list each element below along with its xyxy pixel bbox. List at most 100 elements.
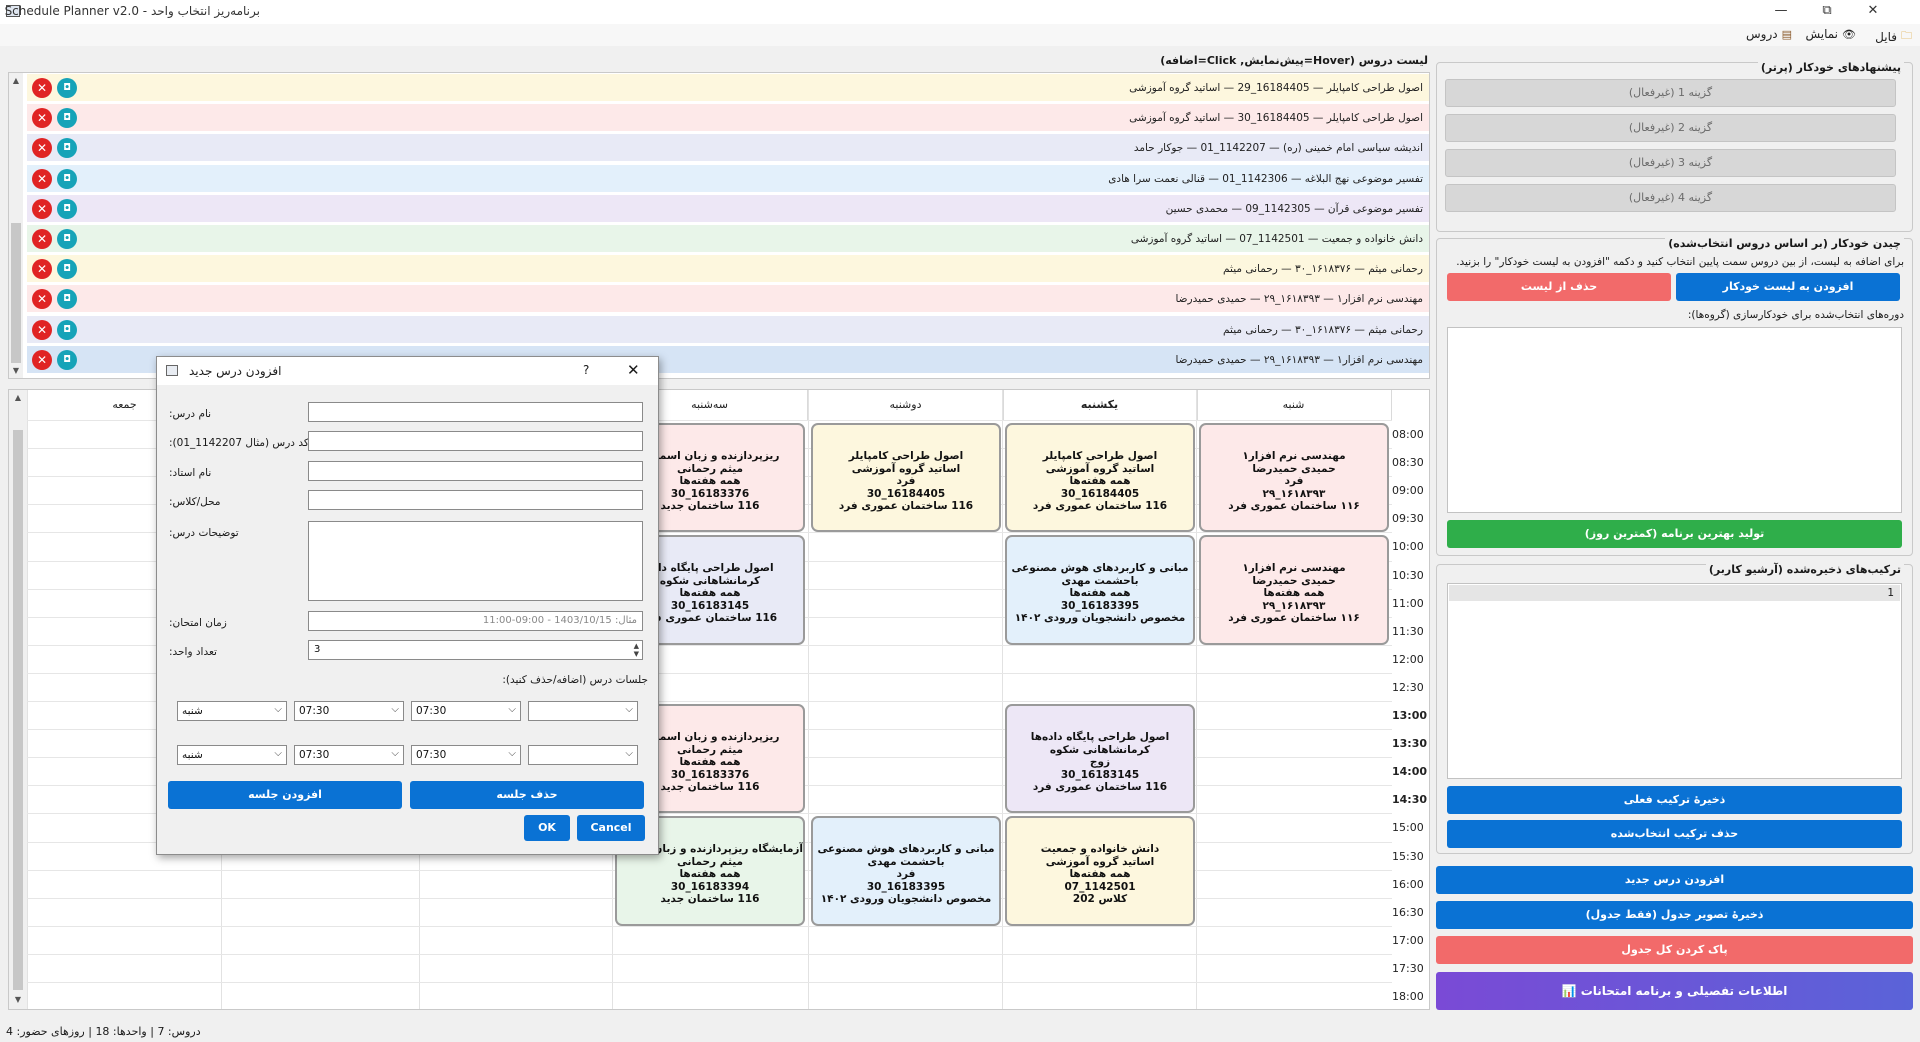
course-list-item[interactable]: ✕ ◘ تفسیر موضوعی قرآن — 1142305_09 — محمدی… [27,194,1429,223]
course-card-line: اصول طراحی پایگاه داده‌ها [1030,731,1170,743]
session-2-day-select[interactable]: شنبه ⌵ [177,745,287,765]
units-spinbox[interactable]: 3 ▲ ▼ [308,640,643,660]
menu-courses[interactable]: ▤ دروس [1746,27,1792,41]
course-list-item[interactable]: ✕ ◘ رحمانی میثم — ۱۶۱۸۳۷۶_۳۰ — رحمانی میثم [27,315,1429,344]
delete-course-icon[interactable]: ✕ [32,259,52,280]
course-info-icon[interactable]: ◘ [57,198,77,219]
course-card[interactable]: مهندسی نرم افزار۱ حمیدی حمیدرضا همه هفته‌ه… [1199,535,1389,645]
delete-course-icon[interactable]: ✕ [32,319,52,340]
course-list-item[interactable]: ✕ ◘ مهندسی نرم افزار۱ — ۱۶۱۸۳۹۳_۲۹ — حمیدی… [27,285,1429,314]
save-table-image-button[interactable]: ذخیرهٔ تصویر جدول (فقط جدول) [1436,901,1913,929]
course-list-item[interactable]: ✕ ◘ تفسیر موضوعی نهج البلاغه — 1142306_01 … [27,164,1429,193]
dialog-close-button[interactable]: ✕ [627,361,640,379]
course-list-item[interactable]: ✕ ◘ رحمانی میثم — ۱۶۱۸۳۷۶_۳۰ — رحمانی میثم [27,255,1429,284]
help-button[interactable]: ? [583,363,589,377]
course-info-icon[interactable]: ◘ [57,229,77,249]
delete-course-icon[interactable]: ✕ [32,78,52,98]
remove-session-button[interactable]: حذف جلسه [410,781,644,809]
schedule-scrollbar[interactable]: ▲ ▼ [9,390,27,1009]
time-label: 13:30 [1392,737,1428,751]
delete-course-icon[interactable]: ✕ [32,168,52,189]
time-label: 11:30 [1392,624,1424,638]
saved-list-item[interactable]: 1 [1449,585,1900,601]
course-info-icon[interactable]: ◘ [57,349,77,370]
saved-list[interactable]: 1 [1447,583,1902,779]
minimize-button[interactable]: — [1758,0,1804,24]
course-card[interactable]: مبانی و کاربردهای هوش مصنوعی باحشمت مهدی ف… [811,816,1001,926]
course-list-scrollbar[interactable]: ▲ ▼ [9,73,23,378]
course-code-input[interactable] [308,431,643,451]
close-button[interactable]: ✕ [1850,0,1896,24]
scroll-down-icon[interactable]: ▼ [11,994,25,1006]
delete-course-icon[interactable]: ✕ [32,198,52,219]
course-card[interactable]: مهندسی نرم افزار۱ حمیدی حمیدرضا فرد ۱۶۱۸۳۹۳… [1199,423,1389,533]
course-card-line: حمیدی حمیدرضا [1252,574,1336,587]
delete-course-icon[interactable]: ✕ [32,138,52,159]
delete-course-icon[interactable]: ✕ [32,108,52,129]
course-info-icon[interactable]: ◘ [57,78,77,98]
course-info-icon[interactable]: ◘ [57,289,77,310]
course-card[interactable]: اصول طراحی پایگاه داده‌ها کرمانشاهانی شکو… [1005,704,1195,814]
session-2-end-select[interactable]: 07:30 ⌵ [411,745,521,765]
add-new-course-button[interactable]: افزودن درس جدید [1436,866,1913,894]
save-combination-button[interactable]: ذخیرهٔ ترکیب فعلی [1447,786,1902,814]
scroll-up-icon[interactable]: ▲ [11,392,25,404]
course-list-item[interactable]: ✕ ◘ دانش خانواده و جمعیت — 1142501_07 — اس… [27,225,1429,253]
scroll-up-icon[interactable]: ▲ [9,75,23,87]
course-list-item[interactable]: ✕ ◘ اصول طراحی کامپایلر — 16184405_30 — اس… [27,104,1429,133]
delete-course-icon[interactable]: ✕ [32,349,52,370]
suggestion-2-button[interactable]: گزینه 2 (غیرفعال) [1445,114,1896,142]
teacher-name-input[interactable] [308,461,643,481]
time-label: 18:00 [1392,990,1424,1003]
course-card[interactable]: اصول طراحی کامپایلر اساتید گروه آموزشی فرد… [811,423,1001,533]
add-session-button[interactable]: افزودن جلسه [168,781,402,809]
delete-combination-button[interactable]: حذف ترکیب انتخاب‌شده [1447,820,1902,848]
course-card[interactable]: اصول طراحی کامپایلر اساتید گروه آموزشی همه… [1005,423,1195,533]
clear-table-button[interactable]: پاک کردن کل جدول [1436,936,1913,964]
location-input[interactable] [308,490,643,510]
course-info-icon[interactable]: ◘ [57,168,77,189]
chevron-down-icon: ⌵ [274,704,282,715]
course-info-icon[interactable]: ◘ [57,319,77,340]
menu-file[interactable]: 🗀 فایل [1875,27,1912,46]
exam-time-input[interactable]: مثال: 1403/10/15 - 09:00-11:00 [308,611,643,631]
session-1-week-select[interactable]: ⌵ [528,701,638,721]
session-1-start-select[interactable]: 07:30 ⌵ [294,701,404,721]
add-to-auto-list-button[interactable]: افزودن به لیست خودکار [1676,273,1900,301]
course-info-icon[interactable]: ◘ [57,138,77,159]
units-label: تعداد واحد: [169,646,217,658]
delete-course-icon[interactable]: ✕ [32,289,52,310]
description-textarea[interactable] [308,521,643,601]
course-list-item[interactable]: ✕ ◘ اندیشه سیاسی امام خمینی (ره) — 1142207… [27,134,1429,163]
session-1-end-select[interactable]: 07:30 ⌵ [411,701,521,721]
generate-best-schedule-button[interactable]: تولید بهترین برنامه (کمترین روز) [1447,520,1902,548]
course-card[interactable]: مبانی و کاربردهای هوش مصنوعی باحشمت مهدی ه… [1005,535,1195,645]
suggestion-1-button[interactable]: گزینه 1 (غیرفعال) [1445,79,1896,107]
course-info-icon[interactable]: ◘ [57,259,77,280]
cancel-button[interactable]: Cancel [577,815,645,841]
location-label: محل/کلاس: [169,496,221,508]
scroll-thumb[interactable] [13,430,23,990]
remove-from-list-button[interactable]: حذف از لیست [1447,273,1671,301]
details-and-exams-button[interactable]: 📊 اطلاعات تفصیلی و برنامه امتحانات [1436,972,1913,1010]
suggestion-4-button[interactable]: گزینه 4 (غیرفعال) [1445,184,1896,212]
session-2-start-select[interactable]: 07:30 ⌵ [294,745,404,765]
course-card-line: فرد [896,475,916,487]
course-list-item-label: اندیشه سیاسی امام خمینی (ره) — 1142207_0… [1133,142,1423,155]
course-info-icon[interactable]: ◘ [57,108,77,129]
course-list-item-label: تفسیر موضوعی قرآن — 1142305_09 — محمدی ح… [1165,202,1423,215]
course-list-item[interactable]: ✕ ◘ اصول طراحی کامپایلر — 16184405_29 — اس… [27,74,1429,102]
ok-button[interactable]: OK [524,815,570,841]
suggestion-3-button[interactable]: گزینه 3 (غیرفعال) [1445,149,1896,177]
auto-groups-list[interactable] [1447,327,1902,513]
scroll-thumb[interactable] [11,223,21,363]
spin-arrows-icon[interactable]: ▲ ▼ [634,642,639,658]
session-2-week-select[interactable]: ⌵ [528,745,638,765]
session-1-day-select[interactable]: شنبه ⌵ [177,701,287,721]
scroll-down-icon[interactable]: ▼ [9,365,23,377]
delete-course-icon[interactable]: ✕ [32,229,52,249]
course-card[interactable]: دانش خانواده و جمعیت اساتید گروه آموزشی هم… [1005,816,1195,926]
menu-view[interactable]: 👁 نمایش [1805,27,1856,41]
course-name-input[interactable] [308,402,643,422]
maximize-button[interactable]: ⧉ [1804,0,1850,24]
